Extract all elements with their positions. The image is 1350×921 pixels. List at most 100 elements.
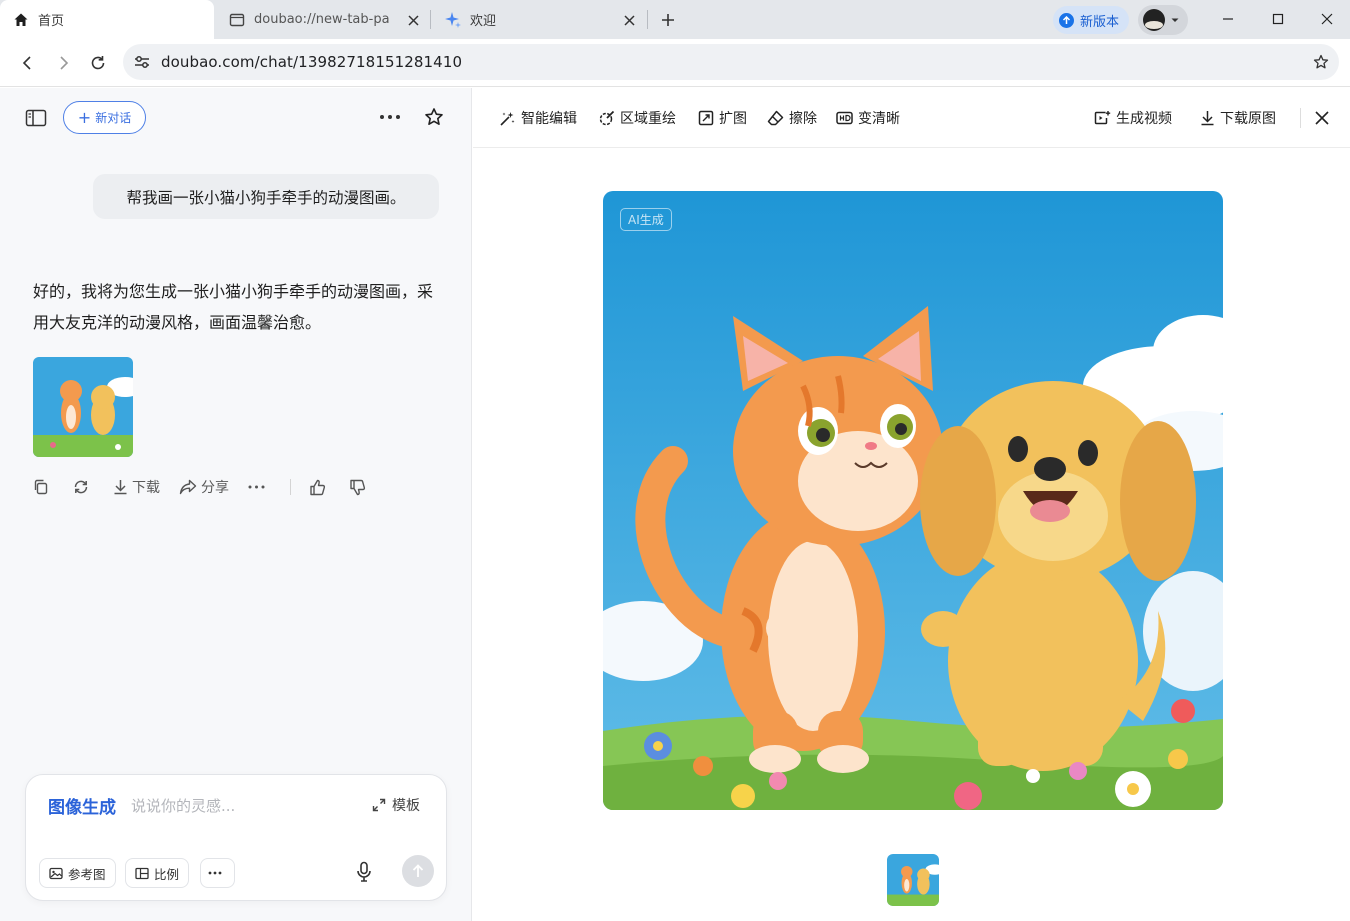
expand-icon [372,798,386,812]
brush-icon [599,110,615,126]
generated-image-thumbnail[interactable] [33,357,133,457]
tab-separator [647,10,648,29]
profile-button[interactable] [1138,5,1188,35]
site-settings-icon[interactable] [123,44,161,80]
composer: 图像生成 说说你的灵感... 模板 参考图 比例 [25,774,447,901]
bookmark-star-icon[interactable] [1309,50,1333,74]
region-redraw-label: 区域重绘 [620,111,676,127]
download-original-button[interactable]: 下载原图 [1200,107,1276,129]
new-version-button[interactable]: 新版本 [1053,6,1130,34]
download-label: 下载 [132,480,160,496]
tab-strip: 首页 doubao://new-tab-pa 欢迎 新版本 [0,0,1350,39]
image-icon [49,867,63,879]
copy-button[interactable] [33,479,53,495]
new-chat-button[interactable]: + 新对话 [63,101,146,134]
divider [290,479,291,495]
divider [1300,108,1301,128]
expand-image-label: 扩图 [719,111,747,127]
prompt-input[interactable]: 说说你的灵感... [131,795,235,816]
hd-icon [836,111,853,125]
arrow-left-icon [22,56,31,70]
generate-video-label: 生成视频 [1116,111,1172,127]
omnibox[interactable]: doubao.com/chat/13982718151281410 [123,44,1339,80]
more-horizontal-icon [380,115,400,119]
sidebar-toggle-button[interactable] [24,107,48,129]
region-redraw-button[interactable]: 区域重绘 [599,107,676,129]
template-label: 模板 [392,798,420,814]
thumbs-down-icon [350,479,366,495]
erase-button[interactable]: 擦除 [767,107,817,129]
close-icon[interactable] [620,11,638,29]
tab-home[interactable]: 首页 [0,0,214,39]
regenerate-button[interactable] [72,478,94,496]
image-thumbnail-selected[interactable] [887,854,939,906]
close-icon [1315,111,1329,125]
arrow-right-icon [60,56,69,70]
minimize-button[interactable] [1213,4,1243,34]
tab-title: doubao://new-tab-pa [254,12,389,27]
share-button[interactable]: 分享 [179,477,229,497]
new-chat-label: 新对话 [95,111,132,125]
reference-image-button[interactable]: 参考图 [39,858,116,888]
refresh-icon [74,480,88,494]
arrow-up-icon [412,864,424,877]
tab-new-tab-page[interactable]: doubao://new-tab-pa [216,0,430,39]
share-icon [179,479,197,495]
address-bar-row: doubao.com/chat/13982718151281410 [0,39,1350,87]
ratio-button[interactable]: 比例 [125,858,190,888]
enhance-label: 变清晰 [858,111,900,127]
reload-icon [91,56,105,70]
download-icon [114,480,127,495]
new-version-label: 新版本 [1080,14,1120,30]
dislike-button[interactable] [349,479,370,496]
ai-generated-badge: AI生成 [620,208,672,231]
microphone-icon [357,861,371,882]
more-options-button[interactable] [376,104,404,130]
magic-wand-icon [500,111,515,126]
like-button[interactable] [309,479,330,496]
share-label: 分享 [201,480,229,496]
arrow-up-icon [1059,12,1074,28]
new-tab-button[interactable] [655,7,681,33]
microphone-button[interactable] [353,859,375,885]
favorite-button[interactable] [421,104,447,130]
smart-edit-button[interactable]: 智能编辑 [499,107,577,129]
url-text: doubao.com/chat/13982718151281410 [161,53,463,71]
message-actions: 下载 分享 [33,476,389,498]
generate-video-button[interactable]: 生成视频 [1094,107,1172,129]
generated-image-preview[interactable]: AI生成 [603,191,1223,810]
home-icon [12,11,30,29]
tab-title: 欢迎 [470,14,497,29]
close-viewer-button[interactable] [1310,106,1334,130]
tab-welcome[interactable]: 欢迎 [432,0,646,39]
ai-message: 好的，我将为您生成一张小猫小狗手牵手的动漫图画，采用大友克洋的动漫风格，画面温馨… [33,282,434,332]
video-plus-icon [1094,111,1111,125]
close-icon[interactable] [404,11,422,29]
tab-title: 首页 [38,14,65,29]
enhance-button[interactable]: 变清晰 [836,107,900,129]
composer-more-button[interactable] [200,858,235,888]
forward-button[interactable] [49,49,77,77]
sidebar-icon [25,109,47,127]
maximize-button[interactable] [1263,4,1293,34]
more-actions-button[interactable] [248,485,269,489]
download-button[interactable]: 下载 [113,477,160,497]
cat-dog-illustration [603,191,1223,810]
smart-edit-label: 智能编辑 [521,111,577,127]
expand-image-button[interactable]: 扩图 [698,107,747,129]
window-close-button[interactable] [1312,4,1342,34]
page-icon [228,11,246,29]
ratio-label: 比例 [154,866,180,882]
more-horizontal-icon [248,485,265,489]
composer-mode-label[interactable]: 图像生成 [48,793,116,818]
chevron-down-icon [1171,18,1179,22]
send-button[interactable] [402,855,434,887]
reload-button[interactable] [84,49,112,77]
reference-image-label: 参考图 [68,866,106,882]
expand-frame-icon [698,110,714,126]
back-button[interactable] [14,49,42,77]
more-horizontal-icon [208,871,222,875]
viewer-toolbar: 智能编辑 区域重绘 扩图 擦除 变清晰 生成视频 下载原图 [473,88,1350,148]
template-button[interactable]: 模板 [372,795,420,815]
user-message: 帮我画一张小猫小狗手牵手的动漫图画。 [93,174,439,219]
